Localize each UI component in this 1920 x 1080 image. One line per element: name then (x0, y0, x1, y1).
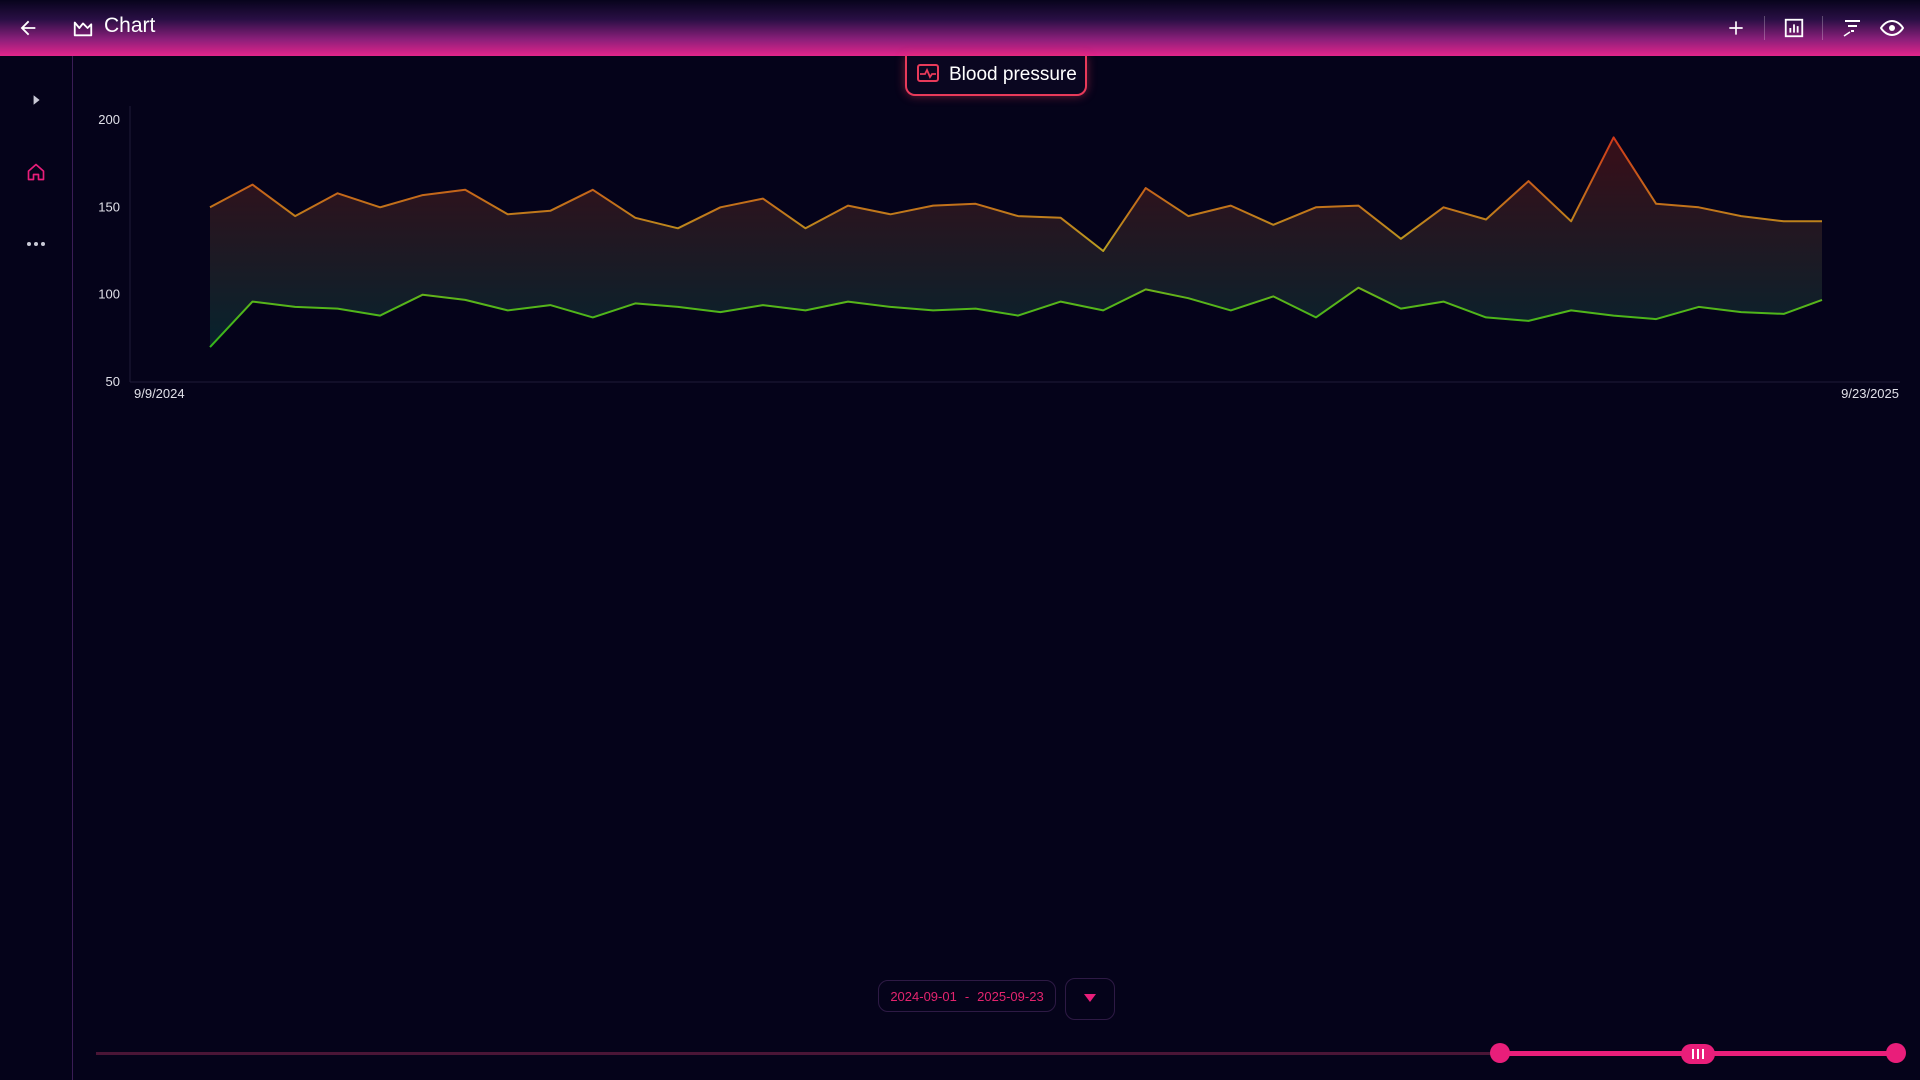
chart-tab-blood-pressure[interactable]: Blood pressure (905, 56, 1087, 96)
range-start-date: 2024-09-01 (890, 988, 957, 1004)
range-dropdown-button[interactable] (1065, 978, 1115, 1020)
filter-off-icon[interactable] (1836, 12, 1868, 44)
toolbar-divider (1764, 16, 1765, 40)
area-chart-icon (67, 12, 99, 44)
more-horizontal-icon[interactable] (20, 228, 52, 260)
x-tick-label-end: 9/23/2025 (1841, 386, 1899, 401)
toolbar-divider (1822, 16, 1823, 40)
app-bar: Chart (0, 0, 1920, 56)
heart-pulse-icon (917, 63, 939, 87)
sidebar (0, 56, 73, 1080)
timeline-slider-drag-handle[interactable] (1681, 1044, 1715, 1064)
add-plus-icon[interactable] (1720, 12, 1752, 44)
chevron-right-icon[interactable] (20, 84, 52, 116)
timeline-slider-start-handle[interactable] (1490, 1043, 1510, 1063)
y-tick-label: 100 (98, 287, 120, 302)
eye-icon[interactable] (1876, 12, 1908, 44)
y-tick-label: 150 (98, 199, 120, 214)
chart-tab-label: Blood pressure (949, 64, 1077, 85)
blood-pressure-chart: 200 150 100 50 9/9/2024 9/23/2025 (98, 106, 1900, 401)
timeline-slider-end-handle[interactable] (1886, 1043, 1906, 1063)
home-icon[interactable] (20, 156, 52, 188)
x-tick-label-start: 9/9/2024 (134, 386, 185, 401)
date-range-display[interactable]: 2024-09-01 - 2025-09-23 (878, 980, 1056, 1012)
triangle-down-icon (1083, 990, 1097, 1008)
range-separator: - (964, 988, 970, 1004)
range-end-date: 2025-09-23 (977, 988, 1044, 1004)
y-tick-label: 50 (106, 374, 120, 389)
back-arrow-icon[interactable] (12, 12, 44, 44)
y-tick-label: 200 (98, 112, 120, 127)
bar-chart-box-icon[interactable] (1778, 12, 1810, 44)
page-title: Chart (104, 14, 156, 37)
